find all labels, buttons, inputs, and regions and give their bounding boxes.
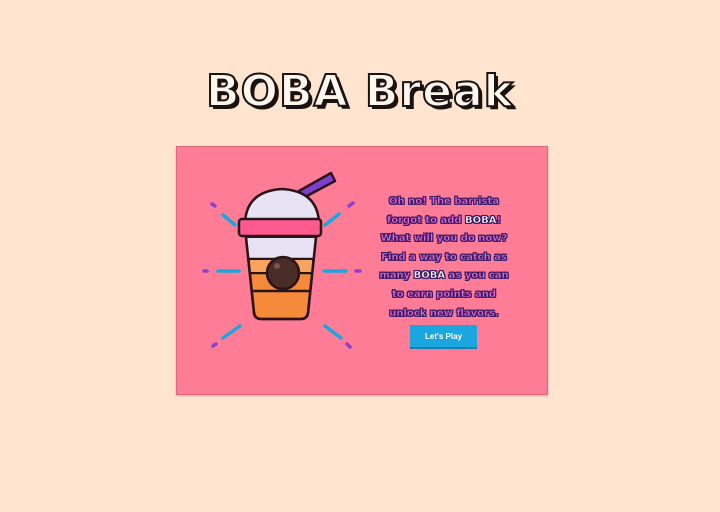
game-title: BOBA Break (205, 65, 514, 118)
game-card: Oh no! The barrista forgot to add BOBA! … (176, 146, 548, 395)
game-page: BOBA Break Oh no! The barrista forgot to… (0, 0, 720, 512)
lets-play-button[interactable]: Let's Play (410, 325, 477, 347)
message-line: unlock new flavors. (389, 307, 499, 319)
intro-message: Oh no! The barrista forgot to add BOBA! … (377, 193, 511, 323)
message-line: forgot to add (386, 214, 466, 226)
message-line: Oh no! The barrista (388, 196, 499, 207)
message-line: Find a way to catch as (381, 251, 507, 263)
boba-highlight: BOBA (413, 270, 446, 282)
message-line: many (379, 270, 414, 282)
message-line: What will you do now? (380, 233, 508, 245)
boba-cup-icon (202, 171, 362, 349)
message-line: ! (496, 214, 502, 226)
message-line: to earn points and (391, 288, 496, 300)
boba-highlight: BOBA (465, 214, 497, 226)
message-line: as you can (445, 270, 509, 282)
